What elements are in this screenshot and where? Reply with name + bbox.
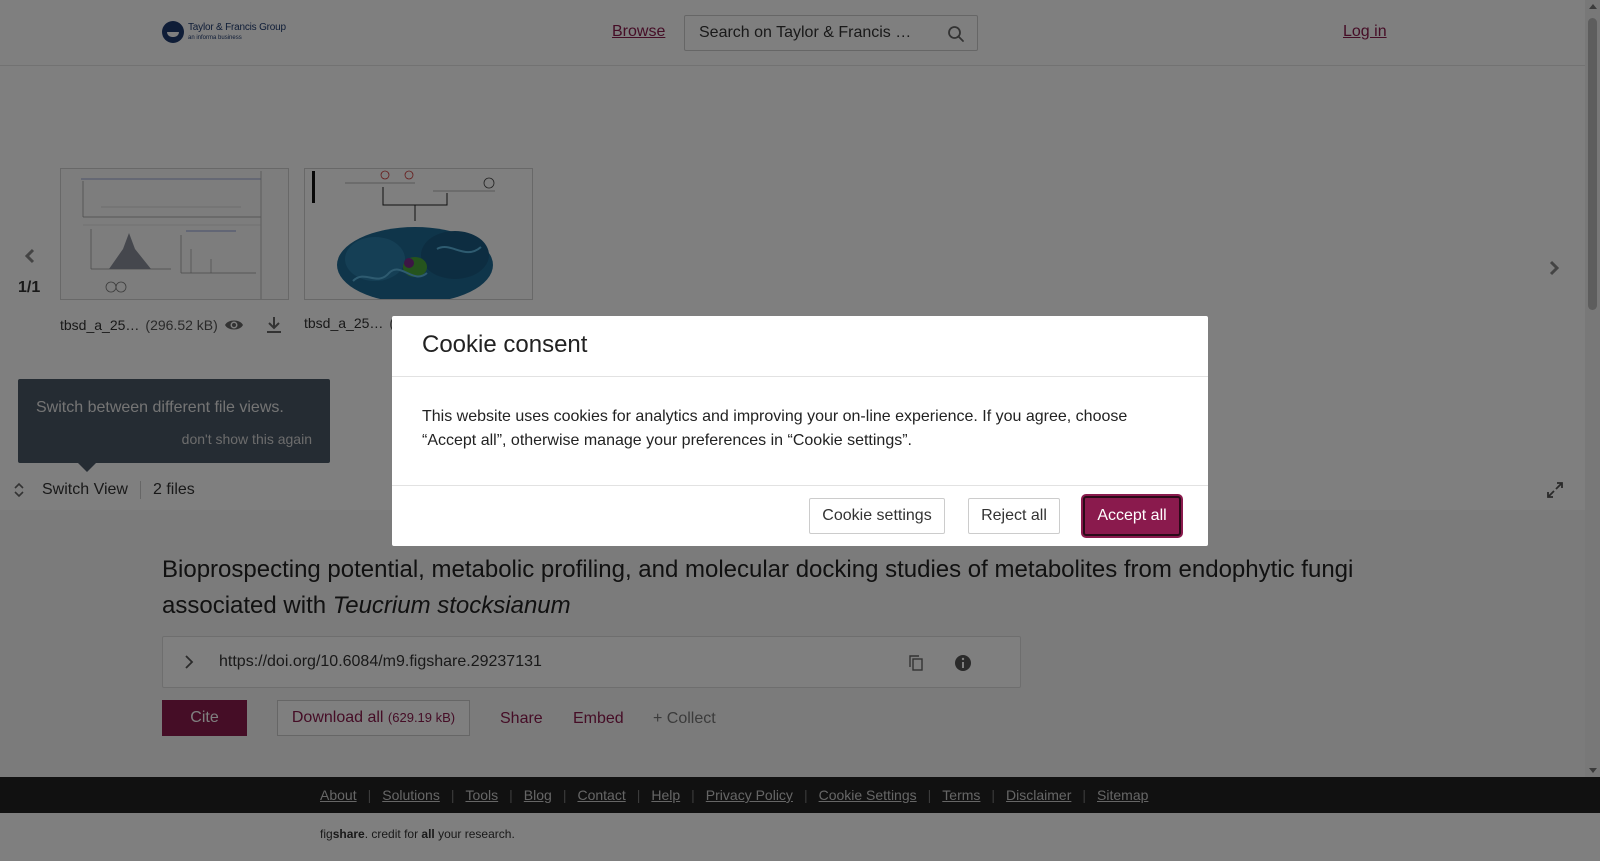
cookie-consent-dialog: Cookie consent This website uses cookies… [392,316,1208,546]
cookie-dialog-title: Cookie consent [422,331,588,358]
cookie-dialog-body: This website uses cookies for analytics … [422,408,1128,449]
reject-all-button[interactable]: Reject all [968,498,1060,534]
modal-overlay: Cookie consent This website uses cookies… [0,0,1600,861]
cookie-settings-button[interactable]: Cookie settings [809,498,945,534]
accept-all-button[interactable]: Accept all [1083,496,1181,536]
